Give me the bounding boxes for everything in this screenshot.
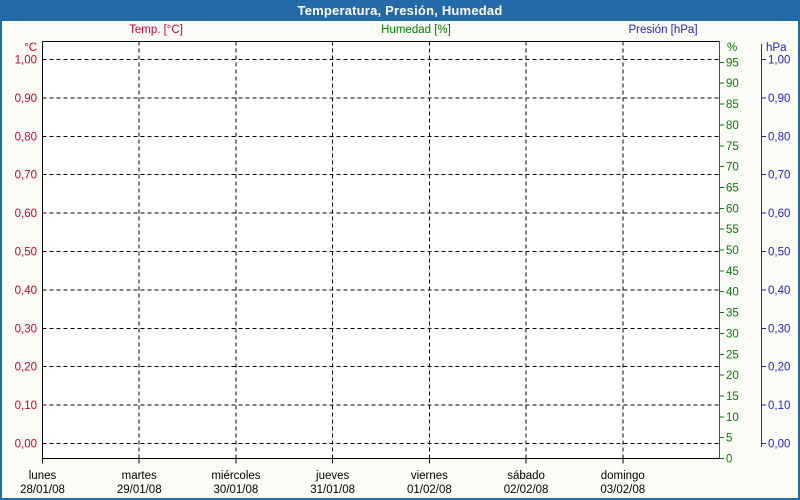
y-axis-pressure-unit-label: hPa [766,42,787,54]
y-axis-pressure-tick-label: 1,00 [768,55,790,67]
y-axis-humidity-tick-label: 60 [726,203,739,215]
y-axis-humidity-tick-label: 30 [726,328,739,340]
y-axis-humidity-tick-label: 20 [726,370,739,382]
y-axis-humidity-tick-label: 15 [726,391,739,403]
y-axis-pressure-tick-label: 0,00 [768,439,790,451]
y-axis-pressure-tick-label: 0,60 [768,208,790,220]
x-axis-date-label: 02/02/08 [504,484,549,496]
x-axis-day-label: martes [122,470,157,482]
y-axis-pressure-tick-label: 0,70 [768,170,790,182]
y-axis-temp-tick-label: 0,30 [15,323,37,335]
y-axis-pressure-tick-label: 0,50 [768,247,790,259]
x-axis-date-label: 03/02/08 [600,484,645,496]
y-axis-temp-tick-label: 1,00 [15,55,37,67]
y-axis-humidity-tick-label: 70 [726,162,739,174]
y-axis-humidity-tick-label: 5 [726,433,732,445]
y-axis-temp-tick-label: 0,10 [15,400,37,412]
plot-area [42,41,720,459]
y-axis-temp-tick-label: 0,80 [15,131,37,143]
y-axis-humidity-tick-label: 85 [726,99,739,111]
y-axis-temp-tick-label: 0,00 [15,439,37,451]
x-axis-date-label: 01/02/08 [407,484,452,496]
chart-window: Temperatura, Presión, Humedad Temp. [°C]… [0,0,800,500]
y-axis-temp-tick-label: 0,90 [15,93,37,105]
x-axis-day-label: viernes [411,470,448,482]
y-axis-pressure-tick-label: 0,30 [768,323,790,335]
y-axis-temp-tick-label: 0,60 [15,208,37,220]
y-axis-temp-tick-label: 0,50 [15,247,37,259]
y-axis-humidity-tick-label: 65 [726,182,739,194]
y-axis-pressure-tick-label: 0,80 [768,131,790,143]
y-axis-humidity-tick-label: 50 [726,245,739,257]
x-axis-day-label: domingo [601,470,645,482]
chart-canvas: 1,00 1,00 0,90 0,90 0,80 0,80 0,70 0,70 0,60 0,60… [15,41,790,496]
x-axis-date-label: 31/01/08 [310,484,355,496]
y-axis-temp-tick-label: 0,70 [15,170,37,182]
x-axis-day-label: miércoles [211,470,260,482]
x-axis-date-label: 30/01/08 [214,484,259,496]
x-axis-date-label: 28/01/08 [20,484,65,496]
y-axis-humidity-tick-label: 90 [726,78,739,90]
y-axis-humidity-tick-label: 75 [726,141,739,153]
y-axis-pressure-tick-label: 0,20 [768,362,790,374]
x-axis-day-label: lunes [29,470,57,482]
y-axis-pressure-tick-label: 0,10 [768,400,790,412]
x-axis-day-label: sábado [507,470,545,482]
y-axis-temp-unit-label: °C [24,42,37,54]
y-axis-humidity-tick-label: 80 [726,120,739,132]
y-axis-temp-tick-label: 0,40 [15,285,37,297]
y-axis-humidity-tick-label: 10 [726,412,739,424]
x-axis-day-label: jueves [315,470,349,482]
y-axis-pressure-tick-label: 0,90 [768,93,790,105]
y-axis-humidity-tick-label: 25 [726,349,739,361]
y-axis-humidity-unit-label: % [727,42,737,54]
y-axis-pressure-tick-label: 0,40 [768,285,790,297]
y-axis-humidity-tick-label: 0 [726,454,732,466]
y-axis-humidity-tick-label: 55 [726,224,739,236]
y-axis-humidity-tick-label: 95 [726,57,739,69]
y-axis-temp-tick-label: 0,20 [15,362,37,374]
y-axis-humidity-tick-label: 35 [726,308,739,320]
y-axis-humidity-tick-label: 45 [726,266,739,278]
y-axis-humidity-tick-label: 40 [726,287,739,299]
x-axis-date-label: 29/01/08 [117,484,162,496]
